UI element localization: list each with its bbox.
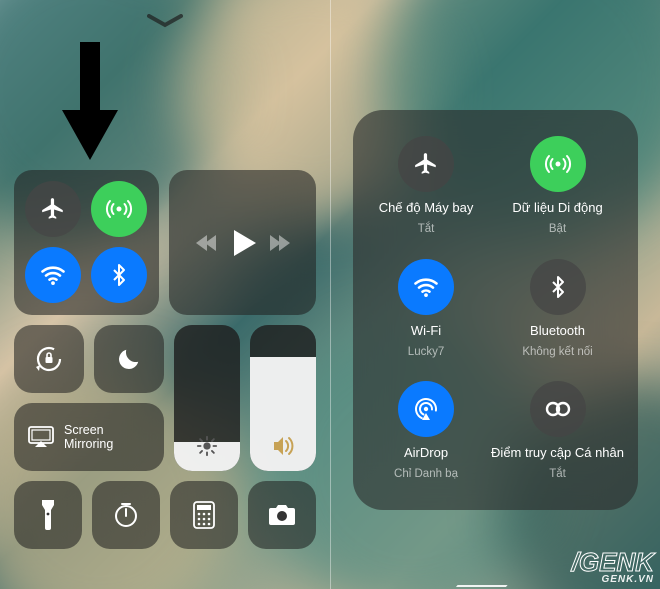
annotation-arrow-icon: [62, 42, 118, 162]
airplane-icon: [413, 151, 439, 177]
camera-icon: [267, 503, 297, 527]
cellular-status: Bật: [549, 223, 566, 235]
previous-track-button[interactable]: [196, 235, 214, 251]
wifi-toggle[interactable]: [25, 247, 81, 303]
connectivity-panel: Chế độ Máy bay Tắt Dữ liệu Di động Bật W…: [353, 110, 638, 510]
watermark-site: GENK.VN: [572, 574, 654, 585]
screen-mirroring-button[interactable]: Screen Mirroring: [14, 403, 164, 471]
timer-icon: [112, 501, 140, 529]
bluetooth-icon: [546, 275, 570, 299]
calculator-icon: [193, 501, 215, 529]
cellular-antenna-icon: [543, 149, 573, 179]
watermark-brand: /GENK: [572, 547, 654, 577]
wifi-item[interactable]: Wi-Fi Lucky7: [367, 259, 485, 362]
wifi-title: Wi-Fi: [411, 323, 441, 338]
airplane-mode-item[interactable]: Chế độ Máy bay Tắt: [367, 136, 485, 239]
wifi-icon: [39, 261, 67, 289]
connectivity-expanded: Chế độ Máy bay Tắt Dữ liệu Di động Bật W…: [331, 0, 660, 589]
airplane-icon: [40, 196, 66, 222]
connectivity-group[interactable]: [14, 170, 159, 315]
timer-button[interactable]: [92, 481, 160, 549]
moon-icon: [116, 346, 142, 372]
airplane-mode-toggle[interactable]: [25, 181, 81, 237]
cellular-data-item[interactable]: Dữ liệu Di động Bật: [491, 136, 624, 239]
brightness-icon: [196, 435, 218, 457]
bluetooth-icon: [107, 263, 131, 287]
watermark: /GENK GENK.VN: [572, 551, 654, 585]
wifi-icon: [412, 273, 440, 301]
bluetooth-toggle[interactable]: [91, 247, 147, 303]
hotspot-status: Tắt: [549, 468, 566, 480]
volume-icon: [271, 435, 295, 457]
screen-mirroring-icon: [28, 426, 54, 448]
next-track-button[interactable]: [272, 235, 290, 251]
media-controls[interactable]: [169, 170, 316, 315]
hotspot-chain-icon: [544, 399, 572, 419]
grabber-chevron-icon[interactable]: [147, 14, 183, 28]
flashlight-button[interactable]: [14, 481, 82, 549]
flashlight-icon: [40, 500, 56, 530]
brightness-slider[interactable]: [174, 325, 240, 471]
hotspot-title: Điểm truy cập Cá nhân: [491, 445, 624, 460]
screen-mirroring-label: Screen Mirroring: [64, 423, 113, 452]
airdrop-icon: [411, 394, 441, 424]
bluetooth-title: Bluetooth: [530, 323, 585, 338]
camera-button[interactable]: [248, 481, 316, 549]
volume-slider[interactable]: [250, 325, 316, 471]
cellular-title: Dữ liệu Di động: [512, 200, 602, 215]
airdrop-status: Chỉ Danh bạ: [394, 468, 458, 480]
airplane-status: Tắt: [418, 223, 435, 235]
wifi-status: Lucky7: [408, 346, 444, 358]
orientation-lock-icon: [34, 344, 64, 374]
play-button[interactable]: [234, 230, 256, 256]
orientation-lock-toggle[interactable]: [14, 325, 84, 393]
airdrop-title: AirDrop: [404, 445, 448, 460]
cellular-antenna-icon: [104, 194, 134, 224]
calculator-button[interactable]: [170, 481, 238, 549]
bluetooth-item[interactable]: Bluetooth Không kết nối: [491, 259, 624, 362]
bluetooth-status: Không kết nối: [522, 346, 592, 358]
hotspot-item[interactable]: Điểm truy cập Cá nhân Tắt: [491, 381, 624, 484]
airdrop-item[interactable]: AirDrop Chỉ Danh bạ: [367, 381, 485, 484]
cellular-data-toggle[interactable]: [91, 181, 147, 237]
control-center-compact: Screen Mirroring: [0, 0, 330, 589]
do-not-disturb-toggle[interactable]: [94, 325, 164, 393]
airplane-title: Chế độ Máy bay: [379, 200, 474, 215]
